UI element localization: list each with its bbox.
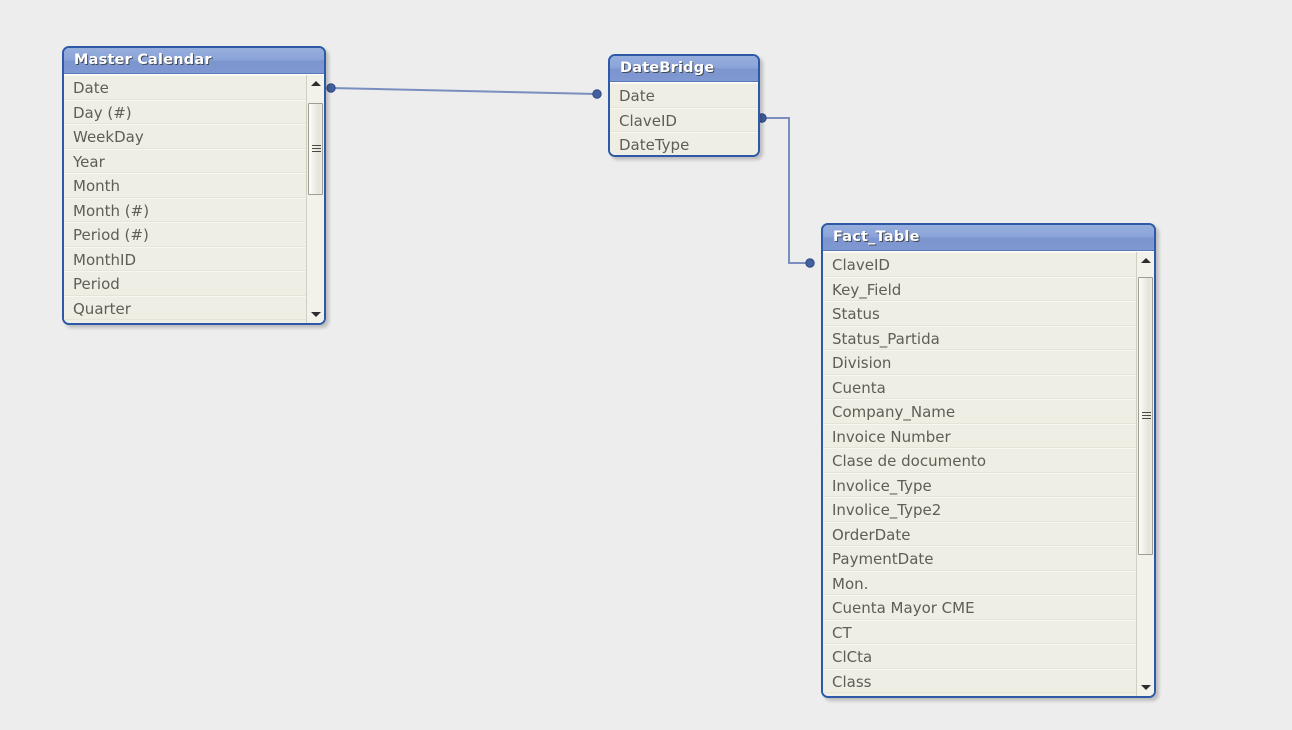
triangle-down-icon[interactable] — [1137, 679, 1154, 696]
table-fact-table[interactable]: Fact_Table ClaveID Key_Field Status Status_P… — [821, 223, 1156, 698]
table-date-bridge[interactable]: DateBridge Date ClaveID DateType — [608, 54, 760, 157]
field-row[interactable]: Key_Field — [823, 276, 1136, 301]
field-row[interactable]: Mon. — [823, 570, 1136, 595]
table-title-master-calendar[interactable]: Master Calendar — [64, 48, 324, 74]
field-row[interactable]: Status_Partida — [823, 325, 1136, 350]
relationship-start-dot-icon[interactable] — [326, 83, 336, 93]
table-body-master-calendar: Date Day (#) WeekDay Year Month Month (#) Peri… — [64, 74, 324, 323]
triangle-up-icon[interactable] — [307, 75, 324, 92]
field-row[interactable]: Quarter — [64, 295, 306, 320]
field-row[interactable]: Involice_Type2 — [823, 497, 1136, 522]
field-row[interactable]: Class — [823, 668, 1136, 693]
field-row[interactable]: Status — [823, 301, 1136, 326]
field-row[interactable]: Company_Name — [823, 399, 1136, 424]
scrollbar-fact-table[interactable] — [1136, 252, 1154, 696]
field-list-fact-table[interactable]: ClaveID Key_Field Status Status_Partida Divi… — [823, 252, 1136, 696]
table-title-date-bridge[interactable]: DateBridge — [610, 56, 758, 82]
field-row[interactable]: Period (#) — [64, 222, 306, 247]
field-row[interactable]: DateType — [610, 132, 758, 155]
field-row[interactable]: Month — [64, 173, 306, 198]
field-row[interactable]: CT — [823, 619, 1136, 644]
link-mastercalendar-datebridge[interactable] — [326, 83, 602, 99]
triangle-up-icon[interactable] — [1137, 252, 1154, 269]
field-row[interactable]: Cuenta Mayor CME — [823, 595, 1136, 620]
scrollbar-master-calendar[interactable] — [306, 75, 324, 323]
field-row[interactable]: MonthID — [64, 246, 306, 271]
field-list-master-calendar[interactable]: Date Day (#) WeekDay Year Month Month (#) Peri… — [64, 75, 306, 323]
field-row[interactable]: Year — [64, 148, 306, 173]
table-master-calendar[interactable]: Master Calendar Date Day (#) WeekDay Year Mon… — [62, 46, 326, 325]
field-row[interactable]: Clase de documento — [823, 448, 1136, 473]
field-row[interactable]: Day (#) — [64, 99, 306, 124]
relationship-line[interactable] — [762, 117, 810, 264]
field-row[interactable]: Invoice Number — [823, 423, 1136, 448]
data-model-canvas[interactable]: Master Calendar Date Day (#) WeekDay Year Mon… — [0, 0, 1292, 730]
table-body-date-bridge: Date ClaveID DateType — [610, 82, 758, 155]
field-row[interactable]: Period — [64, 271, 306, 296]
field-row[interactable]: Month (#) — [64, 197, 306, 222]
field-row[interactable]: PaymentDate — [823, 546, 1136, 571]
field-row[interactable]: Date — [610, 83, 758, 108]
relationship-end-dot-icon[interactable] — [805, 258, 815, 268]
scrollbar-thumb[interactable] — [1138, 277, 1153, 555]
field-row[interactable]: ClaveID — [610, 107, 758, 132]
field-row[interactable]: WeekDay — [64, 124, 306, 149]
field-row[interactable]: Division — [823, 350, 1136, 375]
field-row[interactable]: Date — [64, 75, 306, 100]
field-row[interactable]: ClaveID — [823, 252, 1136, 277]
field-row[interactable]: Cuenta — [823, 374, 1136, 399]
link-datebridge-facttable[interactable] — [757, 113, 815, 268]
scrollbar-grip-icon — [1142, 412, 1151, 421]
table-body-fact-table: ClaveID Key_Field Status Status_Partida Divi… — [823, 251, 1154, 696]
field-row[interactable]: OrderDate — [823, 521, 1136, 546]
field-row[interactable]: Involice_Type — [823, 472, 1136, 497]
triangle-down-icon[interactable] — [307, 306, 324, 323]
field-row[interactable]: ClCta — [823, 644, 1136, 669]
field-list-date-bridge[interactable]: Date ClaveID DateType — [610, 83, 758, 155]
relationship-end-dot-icon[interactable] — [592, 89, 602, 99]
table-title-fact-table[interactable]: Fact_Table — [823, 225, 1154, 251]
relationship-line[interactable] — [330, 87, 598, 95]
scrollbar-grip-icon — [312, 145, 321, 154]
scrollbar-thumb[interactable] — [308, 103, 323, 195]
